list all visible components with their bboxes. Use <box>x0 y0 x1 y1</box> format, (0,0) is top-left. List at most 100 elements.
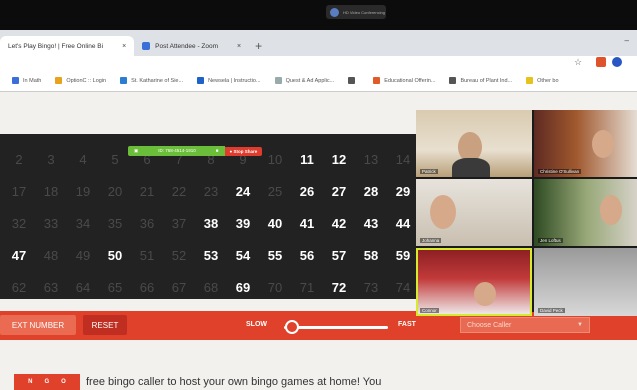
address-row: ☆ <box>0 56 637 70</box>
bookmark-item[interactable]: Other bo <box>526 77 559 84</box>
bookmark-label: Other bo <box>537 77 559 84</box>
fast-label: FAST <box>398 321 416 328</box>
bingo-number: 55 <box>267 248 283 263</box>
bookmark-favicon-icon <box>120 77 128 84</box>
bingo-number: 2 <box>15 152 23 167</box>
bingo-number: 57 <box>331 248 347 263</box>
bingo-letter: O <box>61 379 66 385</box>
bingo-number: 38 <box>203 216 219 231</box>
bingo-number: 21 <box>139 184 155 199</box>
bingo-number: 11 <box>300 152 314 167</box>
bingo-number: 42 <box>331 216 347 231</box>
bingo-number: 28 <box>363 184 379 199</box>
participant-name: David Peck <box>538 308 565 313</box>
bookmark-favicon-icon <box>526 77 534 84</box>
bingo-number: 65 <box>107 280 123 295</box>
bingo-number: 53 <box>203 248 219 263</box>
participant-name: Christine O'Sullivan <box>538 169 582 174</box>
tab-zoom[interactable]: Post Attendee - Zoom × <box>134 36 249 56</box>
bookmark-favicon-icon <box>197 77 205 84</box>
bookmark-item[interactable]: Bureau of Plant Ind... <box>449 77 512 84</box>
zoom-share-toolbar: ▣ ID: 768-4514-1910 ■ ● Stop Share <box>128 146 263 156</box>
bookmark-item[interactable]: Quest & Ad Applic... <box>274 77 334 84</box>
tab-close-icon[interactable]: × <box>237 43 241 50</box>
bookmark-favicon-icon <box>348 77 356 84</box>
participant-name: Jen Loftus <box>538 238 563 243</box>
bookmark-favicon-icon <box>373 77 381 84</box>
stop-share-label: Stop Share <box>233 148 258 154</box>
extension-icon[interactable] <box>596 57 606 67</box>
reset-button[interactable]: RESET <box>83 315 127 335</box>
bingo-number: 66 <box>139 280 155 295</box>
participant-tile[interactable]: Jen Loftus <box>534 179 637 246</box>
tab-close-icon[interactable]: × <box>122 43 126 50</box>
bingo-number: 32 <box>11 216 27 231</box>
bingo-number: 49 <box>75 248 91 263</box>
bookmark-favicon-icon <box>449 77 457 84</box>
bookmark-item[interactable]: St. Katharine of Sie... <box>120 77 183 84</box>
participant-tile[interactable]: Christine O'Sullivan <box>534 110 637 177</box>
bingo-number: 67 <box>171 280 187 295</box>
bookmark-label: Newsela | Instructio... <box>208 77 261 84</box>
bingo-number: 4 <box>79 152 87 167</box>
bingo-number: 59 <box>395 248 411 263</box>
zoom-gallery[interactable]: Patrick Christine O'Sullivan Johanna Jen… <box>416 110 637 316</box>
zoom-favicon-icon <box>142 42 151 50</box>
bingo-number: 29 <box>395 184 411 199</box>
bookmark-favicon-icon <box>274 77 282 84</box>
bingo-number: 27 <box>331 184 347 199</box>
new-tab-button[interactable]: + <box>249 39 268 56</box>
window-minimize-button[interactable]: – <box>625 36 629 45</box>
bookmark-item[interactable]: In Math <box>12 77 41 84</box>
stop-share-button[interactable]: ● Stop Share <box>224 146 263 156</box>
bookmark-star-icon[interactable]: ☆ <box>574 57 582 68</box>
bookmark-item[interactable]: Educational Offerin... <box>373 77 435 84</box>
participant-tile[interactable]: Patrick <box>416 110 532 177</box>
participant-tile[interactable]: Johanna <box>416 179 532 246</box>
bingo-number: 44 <box>395 216 411 231</box>
bingo-number: 73 <box>363 280 379 295</box>
bingo-number: 5 <box>111 152 119 167</box>
chevron-down-icon: ▼ <box>577 322 583 328</box>
next-number-button[interactable]: EXT NUMBER <box>0 315 76 335</box>
participant-name: Johanna <box>420 238 442 243</box>
bingo-number: 18 <box>43 184 59 199</box>
bookmark-label: In Math <box>23 77 42 84</box>
tab-bingo[interactable]: Let's Play Bingo! | Free Online Bi × <box>0 36 135 56</box>
bookmark-label: St. Katharine of Sie... <box>131 77 184 84</box>
participant-tile[interactable]: David Peck <box>534 248 637 316</box>
bingo-number: 20 <box>107 184 123 199</box>
bingo-logo: N G O <box>14 374 80 390</box>
bookmark-item[interactable]: OptionC :: Login <box>55 77 106 84</box>
bingo-number: 22 <box>171 184 187 199</box>
bookmark-favicon-icon <box>55 77 63 84</box>
bingo-number: 33 <box>43 216 59 231</box>
extension-icon[interactable] <box>612 57 622 67</box>
bingo-number: 36 <box>139 216 155 231</box>
speed-slider-handle[interactable] <box>285 320 300 334</box>
bookmark-item[interactable]: Newsela | Instructio... <box>197 77 261 84</box>
caller-placeholder: Choose Caller <box>467 321 512 329</box>
bingo-number: 19 <box>75 184 91 199</box>
monitor-bezel: HD Video Conferencing <box>0 0 637 30</box>
participant-tile-speaking[interactable]: Connor <box>416 248 532 316</box>
bingo-number: 51 <box>139 248 155 263</box>
choose-caller-select[interactable]: Choose Caller ▼ <box>460 317 590 333</box>
meeting-id-bar[interactable]: ▣ ID: 768-4514-1910 ■ <box>128 146 225 156</box>
bingo-letter: G <box>44 379 50 385</box>
bingo-letter: N <box>28 379 33 385</box>
bingo-number: 43 <box>363 216 379 231</box>
bingo-number: 54 <box>235 248 251 263</box>
bingo-number: 40 <box>267 216 283 231</box>
bookmark-item[interactable] <box>348 77 359 84</box>
bingo-number: 39 <box>235 216 251 231</box>
bingo-number: 72 <box>331 280 347 295</box>
tab-bingo-title: Let's Play Bingo! | Free Online Bi <box>8 42 104 50</box>
bingo-number: 52 <box>171 248 187 263</box>
bingo-number: 62 <box>11 280 27 295</box>
zoom-indicator-label: HD Video Conferencing <box>343 9 385 15</box>
speed-slider-track[interactable] <box>284 326 388 329</box>
bingo-number: 69 <box>235 280 251 295</box>
zoom-share-indicator[interactable]: HD Video Conferencing <box>326 5 386 19</box>
bingo-number: 48 <box>43 248 59 263</box>
